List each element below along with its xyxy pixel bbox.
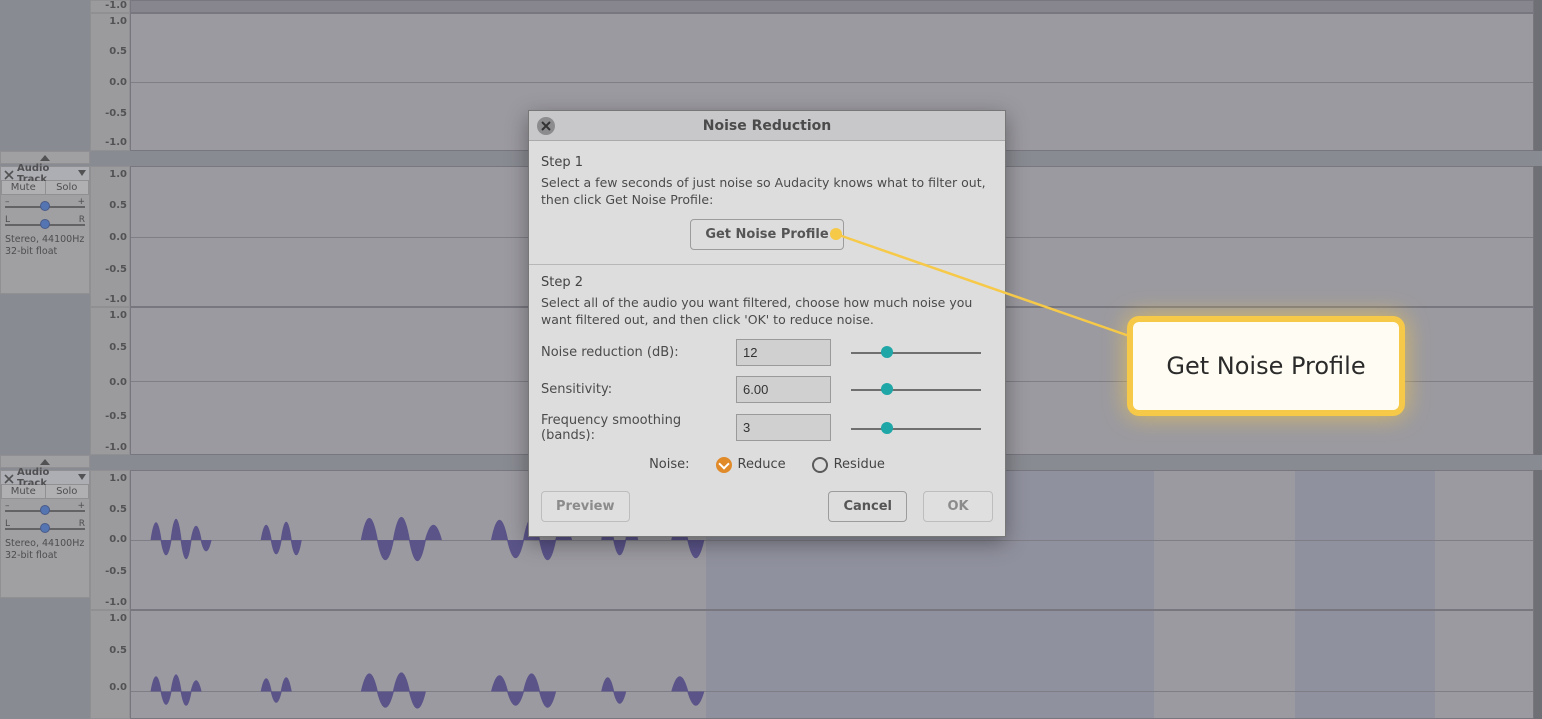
noise-reduction-slider[interactable]: [851, 344, 981, 360]
waveform-track3-ch2[interactable]: [130, 610, 1534, 719]
step2-label: Step 2: [541, 275, 993, 290]
scale-n05: -0.5: [95, 108, 127, 119]
track-menu-icon[interactable]: [78, 472, 86, 483]
freq-smooth-slider[interactable]: [851, 420, 981, 436]
scale-p05: 0.5: [95, 46, 127, 57]
reduce-radio[interactable]: Reduce: [716, 457, 786, 473]
track2-format: Stereo, 44100Hz: [5, 234, 85, 246]
solo-button[interactable]: Solo: [46, 181, 90, 195]
dialog-close-button[interactable]: [537, 117, 555, 135]
freq-smooth-input[interactable]: [736, 414, 831, 441]
radio-unchecked-icon: [812, 457, 828, 473]
mute-button[interactable]: Mute: [1, 485, 46, 499]
track3-bit: 32-bit float: [5, 550, 85, 562]
cancel-button[interactable]: Cancel: [828, 491, 907, 522]
track3-header: Audio Track Mute Solo – + L R Stereo, 44…: [0, 470, 90, 598]
track2-bit: 32-bit float: [5, 246, 85, 258]
gain-slider[interactable]: – +: [5, 199, 85, 213]
scale-p10: 1.0: [95, 16, 127, 27]
sensitivity-slider[interactable]: [851, 381, 981, 397]
noise-label: Noise:: [649, 457, 689, 472]
scale-zero: 0.0: [95, 77, 127, 88]
callout-text: Get Noise Profile: [1166, 352, 1365, 380]
track2-header: Audio Track Mute Solo – + L R Stereo, 44…: [0, 166, 90, 294]
solo-button[interactable]: Solo: [46, 485, 90, 499]
noise-reduction-label: Noise reduction (dB):: [541, 345, 736, 360]
close-icon[interactable]: [4, 474, 14, 484]
get-noise-profile-button[interactable]: Get Noise Profile: [690, 219, 843, 250]
dialog-title: Noise Reduction: [703, 118, 831, 134]
callout-get-noise-profile: Get Noise Profile: [1133, 322, 1399, 410]
noise-reduction-dialog: Noise Reduction Step 1 Select a few seco…: [528, 110, 1006, 537]
step1-desc: Select a few seconds of just noise so Au…: [541, 175, 993, 209]
freq-smooth-label: Frequency smoothing (bands):: [541, 413, 736, 443]
residue-radio[interactable]: Residue: [812, 457, 885, 473]
sensitivity-input[interactable]: [736, 376, 831, 403]
sensitivity-label: Sensitivity:: [541, 382, 736, 397]
step2-desc: Select all of the audio you want filtere…: [541, 295, 993, 329]
scale-neg10: -1.0: [95, 0, 127, 11]
mute-button[interactable]: Mute: [1, 181, 46, 195]
pan-slider[interactable]: L R: [5, 521, 85, 535]
close-icon[interactable]: [4, 170, 14, 180]
scale-n10: -1.0: [95, 137, 127, 148]
preview-button[interactable]: Preview: [541, 491, 630, 522]
step1-label: Step 1: [541, 155, 993, 170]
track-menu-icon[interactable]: [78, 168, 86, 179]
noise-reduction-input[interactable]: [736, 339, 831, 366]
pan-slider[interactable]: L R: [5, 217, 85, 231]
gain-slider[interactable]: – +: [5, 503, 85, 517]
track3-format: Stereo, 44100Hz: [5, 538, 85, 550]
ok-button[interactable]: OK: [923, 491, 993, 522]
radio-checked-icon: [716, 457, 732, 473]
